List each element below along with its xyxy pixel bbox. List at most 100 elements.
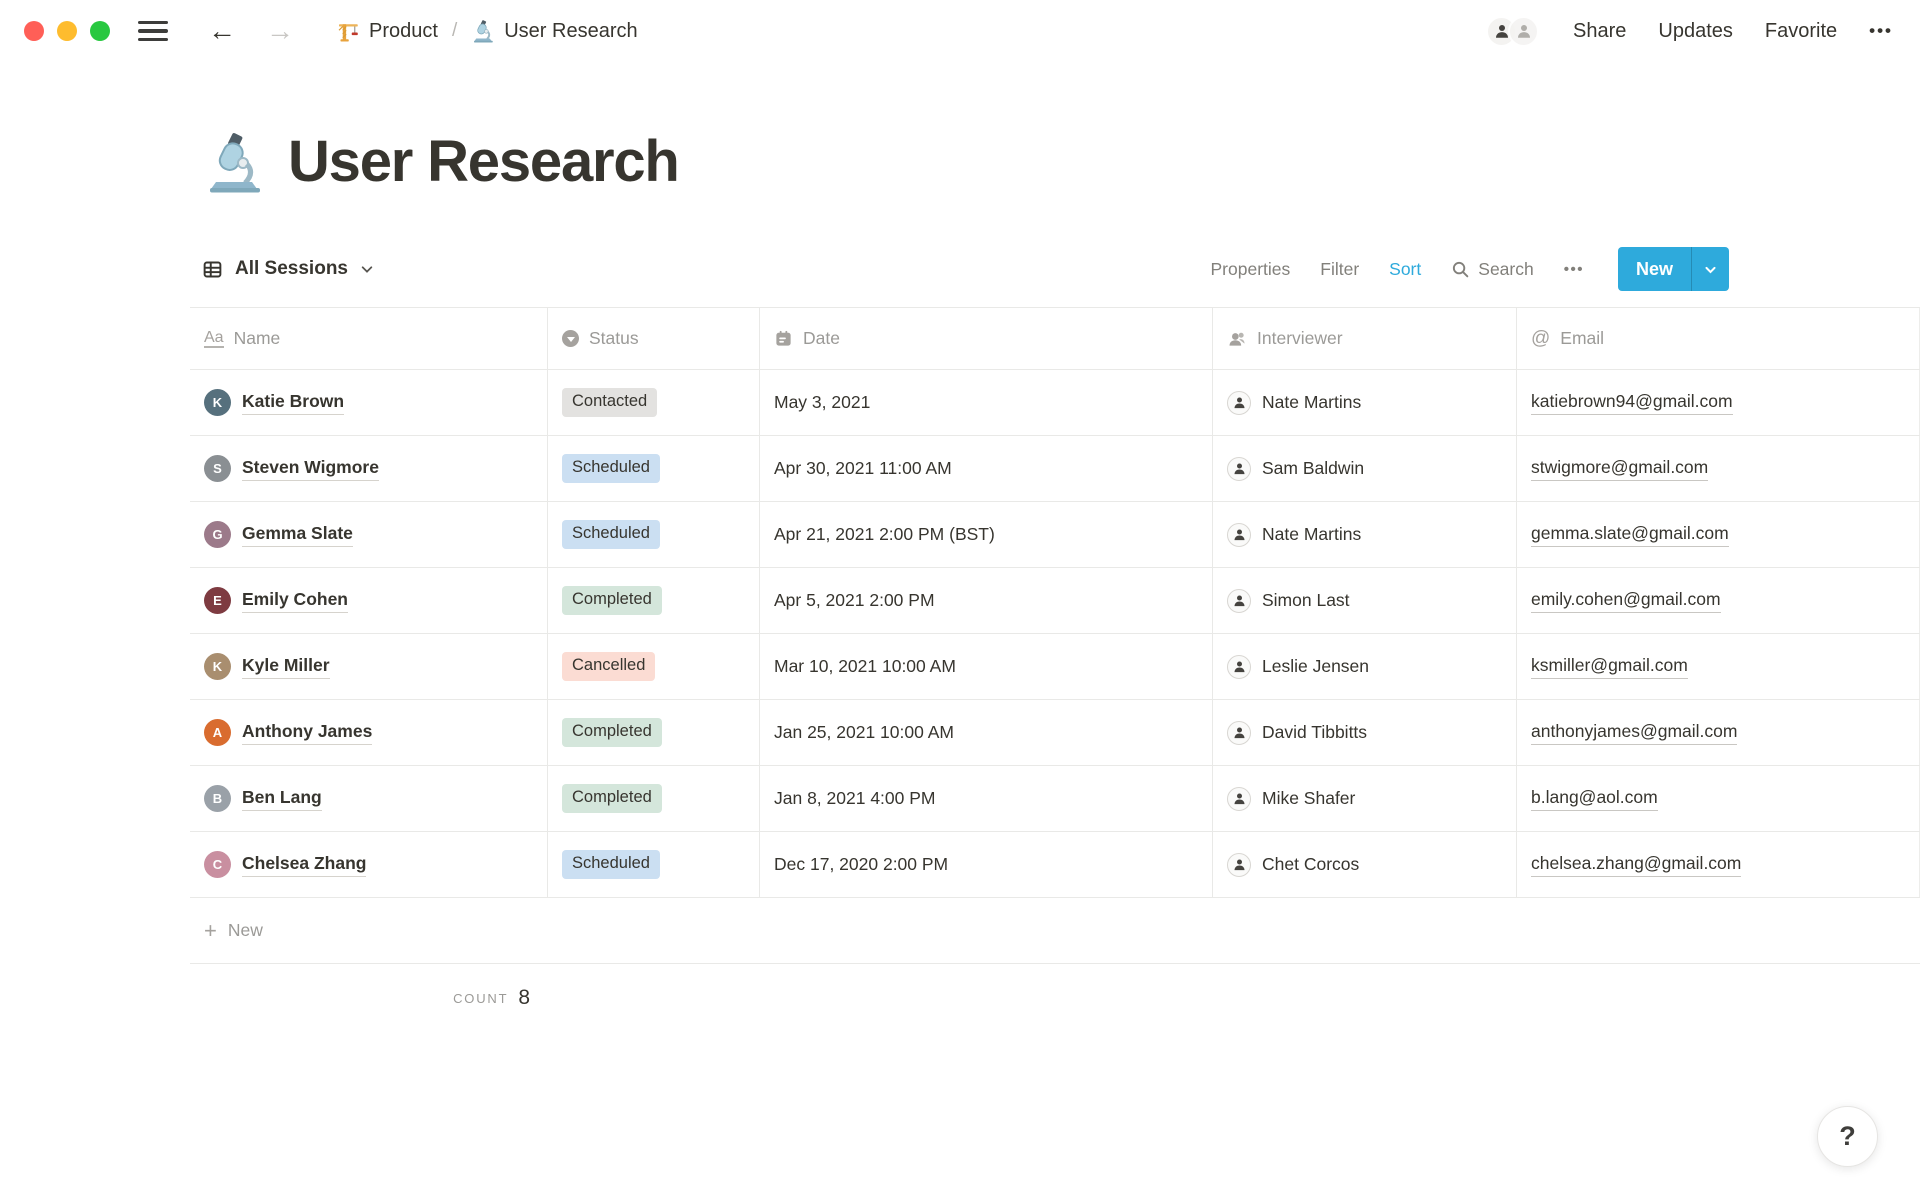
microscope-icon[interactable] xyxy=(202,130,266,194)
page-title[interactable]: User Research xyxy=(288,128,680,195)
count-label: COUNT xyxy=(453,990,509,1006)
page-link[interactable]: Kyle Miller xyxy=(242,655,330,679)
email-cell[interactable]: katiebrown94@gmail.com xyxy=(1517,370,1920,435)
date-cell[interactable]: Apr 30, 2021 11:00 AM xyxy=(760,436,1213,501)
interviewer-cell[interactable]: Chet Corcos xyxy=(1213,832,1517,897)
column-header-date[interactable]: Date xyxy=(760,308,1213,369)
date-cell[interactable]: Apr 5, 2021 2:00 PM xyxy=(760,568,1213,633)
email-cell[interactable]: gemma.slate@gmail.com xyxy=(1517,502,1920,567)
new-button-dropdown[interactable] xyxy=(1692,247,1729,291)
status-cell[interactable]: Cancelled xyxy=(548,634,760,699)
sort-button[interactable]: Sort xyxy=(1389,259,1421,280)
favorite-button[interactable]: Favorite xyxy=(1765,20,1837,43)
new-button[interactable]: New xyxy=(1618,247,1691,291)
person-icon xyxy=(1234,595,1244,607)
date-cell[interactable]: Jan 8, 2021 4:00 PM xyxy=(760,766,1213,831)
email-link[interactable]: anthonyjames@gmail.com xyxy=(1531,721,1738,745)
view-more-options-icon[interactable]: ••• xyxy=(1564,261,1584,278)
page-link[interactable]: Gemma Slate xyxy=(242,523,353,547)
status-cell[interactable]: Scheduled xyxy=(548,832,760,897)
status-cell[interactable]: Contacted xyxy=(548,370,760,435)
page-link[interactable]: Chelsea Zhang xyxy=(242,853,367,877)
breadcrumb-item-product[interactable]: Product xyxy=(336,19,438,43)
interviewer-cell[interactable]: Nate Martins xyxy=(1213,370,1517,435)
status-badge: Contacted xyxy=(562,388,658,417)
table-row: A Anthony James Completed Jan 25, 2021 1… xyxy=(190,700,1920,766)
email-link[interactable]: ksmiller@gmail.com xyxy=(1531,655,1688,679)
name-cell[interactable]: K Katie Brown xyxy=(190,370,548,435)
interviewer-cell[interactable]: Nate Martins xyxy=(1213,502,1517,567)
avatar: G xyxy=(204,521,231,548)
date-cell[interactable]: Jan 25, 2021 10:00 AM xyxy=(760,700,1213,765)
more-options-icon[interactable]: ••• xyxy=(1869,21,1893,41)
chevron-down-icon xyxy=(361,266,373,273)
person-icon xyxy=(1234,727,1244,739)
avatar: S xyxy=(204,455,231,482)
email-link[interactable]: emily.cohen@gmail.com xyxy=(1531,589,1721,613)
status-badge: Completed xyxy=(562,784,662,813)
zoom-window-button[interactable] xyxy=(90,21,110,41)
sidebar-toggle-icon[interactable] xyxy=(138,21,168,41)
interviewer-cell[interactable]: Leslie Jensen xyxy=(1213,634,1517,699)
interviewer-cell[interactable]: David Tibbitts xyxy=(1213,700,1517,765)
page-link[interactable]: Anthony James xyxy=(242,721,373,745)
email-link[interactable]: katiebrown94@gmail.com xyxy=(1531,391,1733,415)
page-link[interactable]: Steven Wigmore xyxy=(242,457,379,481)
email-cell[interactable]: b.lang@aol.com xyxy=(1517,766,1920,831)
forward-button[interactable]: → xyxy=(260,17,300,45)
avatar xyxy=(1227,720,1251,745)
column-label: Interviewer xyxy=(1257,328,1343,348)
email-cell[interactable]: emily.cohen@gmail.com xyxy=(1517,568,1920,633)
column-header-name[interactable]: Aa Name xyxy=(190,308,548,369)
date-cell[interactable]: May 3, 2021 xyxy=(760,370,1213,435)
name-cell[interactable]: S Steven Wigmore xyxy=(190,436,548,501)
email-link[interactable]: stwigmore@gmail.com xyxy=(1531,457,1709,481)
email-link[interactable]: chelsea.zhang@gmail.com xyxy=(1531,853,1742,877)
filter-button[interactable]: Filter xyxy=(1320,259,1359,280)
updates-button[interactable]: Updates xyxy=(1658,20,1733,43)
page-link[interactable]: Katie Brown xyxy=(242,391,345,415)
email-link[interactable]: gemma.slate@gmail.com xyxy=(1531,523,1729,547)
date-cell[interactable]: Mar 10, 2021 10:00 AM xyxy=(760,634,1213,699)
email-cell[interactable]: chelsea.zhang@gmail.com xyxy=(1517,832,1920,897)
back-button[interactable]: ← xyxy=(202,17,242,45)
page-link[interactable]: Emily Cohen xyxy=(242,589,348,613)
interviewer-cell[interactable]: Mike Shafer xyxy=(1213,766,1517,831)
name-cell[interactable]: B Ben Lang xyxy=(190,766,548,831)
add-row-button[interactable]: + New xyxy=(190,898,1920,964)
minimize-window-button[interactable] xyxy=(57,21,77,41)
breadcrumb-item-user-research[interactable]: User Research xyxy=(471,19,638,43)
name-cell[interactable]: E Emily Cohen xyxy=(190,568,548,633)
name-cell[interactable]: K Kyle Miller xyxy=(190,634,548,699)
view-switcher[interactable]: All Sessions xyxy=(202,258,374,280)
page-link[interactable]: Ben Lang xyxy=(242,787,322,811)
column-header-interviewer[interactable]: Interviewer xyxy=(1213,308,1517,369)
email-link[interactable]: b.lang@aol.com xyxy=(1531,787,1658,811)
column-header-status[interactable]: Status xyxy=(548,308,760,369)
status-cell[interactable]: Scheduled xyxy=(548,502,760,567)
date-cell[interactable]: Dec 17, 2020 2:00 PM xyxy=(760,832,1213,897)
name-cell[interactable]: C Chelsea Zhang xyxy=(190,832,548,897)
name-cell[interactable]: A Anthony James xyxy=(190,700,548,765)
presence-avatars[interactable] xyxy=(1486,15,1540,47)
name-cell[interactable]: G Gemma Slate xyxy=(190,502,548,567)
status-cell[interactable]: Completed xyxy=(548,568,760,633)
email-cell[interactable]: stwigmore@gmail.com xyxy=(1517,436,1920,501)
status-cell[interactable]: Scheduled xyxy=(548,436,760,501)
interviewer-cell[interactable]: Sam Baldwin xyxy=(1213,436,1517,501)
help-button[interactable]: ? xyxy=(1817,1106,1878,1167)
column-header-email[interactable]: @ Email xyxy=(1517,308,1920,369)
search-label: Search xyxy=(1478,258,1534,279)
email-cell[interactable]: anthonyjames@gmail.com xyxy=(1517,700,1920,765)
status-cell[interactable]: Completed xyxy=(548,700,760,765)
close-window-button[interactable] xyxy=(24,21,44,41)
share-button[interactable]: Share xyxy=(1573,20,1626,43)
date-cell[interactable]: Apr 21, 2021 2:00 PM (BST) xyxy=(760,502,1213,567)
status-cell[interactable]: Completed xyxy=(548,766,760,831)
column-calculation[interactable]: COUNT 8 xyxy=(190,964,548,1032)
properties-button[interactable]: Properties xyxy=(1211,259,1291,280)
interviewer-cell[interactable]: Simon Last xyxy=(1213,568,1517,633)
search-button[interactable]: Search xyxy=(1451,258,1534,280)
calendar-icon xyxy=(776,330,791,346)
email-cell[interactable]: ksmiller@gmail.com xyxy=(1517,634,1920,699)
